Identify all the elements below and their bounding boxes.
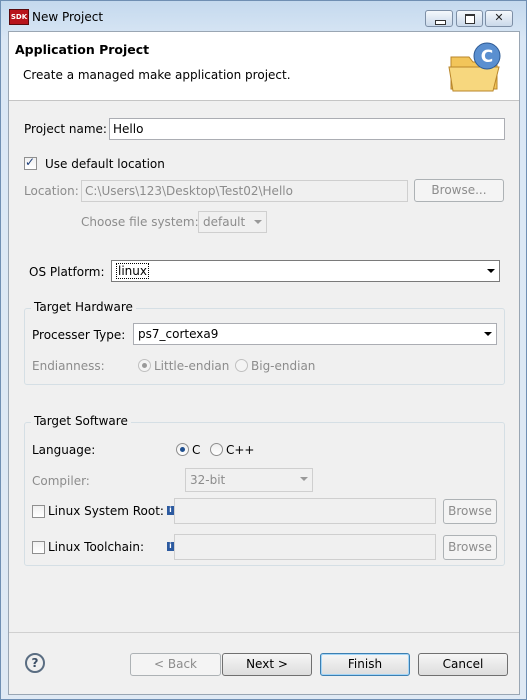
new-c-project-icon: C	[448, 42, 501, 92]
close-button[interactable]	[485, 10, 513, 27]
compiler-value: 32-bit	[190, 473, 226, 487]
next-button[interactable]: Next >	[222, 653, 312, 676]
linux-toolchain-label: Linux Toolchain:	[48, 540, 144, 554]
project-name-label: Project name:	[24, 122, 107, 136]
use-default-location-label: Use default location	[45, 157, 165, 171]
project-name-input[interactable]: Hello	[109, 118, 505, 140]
svg-text:C: C	[481, 47, 493, 67]
os-platform-select[interactable]: linux	[111, 260, 500, 282]
location-browse-button[interactable]: Browse...	[414, 179, 504, 202]
wizard-header: Application Project Create a managed mak…	[9, 32, 519, 101]
language-label: Language:	[32, 443, 96, 457]
chevron-down-icon	[296, 469, 312, 489]
finish-button[interactable]: Finish	[320, 653, 410, 676]
little-endian-radio[interactable]	[138, 359, 151, 372]
close-icon	[486, 11, 512, 26]
window-title: New Project	[32, 10, 104, 24]
language-c-label: C	[192, 443, 201, 457]
language-c-radio[interactable]	[176, 443, 189, 456]
processor-type-select[interactable]: ps7_cortexa9	[133, 323, 497, 345]
page-description: Create a managed make application projec…	[23, 68, 291, 82]
os-platform-value: linux	[116, 263, 149, 279]
chevron-down-icon	[250, 212, 266, 232]
file-system-value: default	[203, 215, 246, 229]
minimize-button[interactable]	[425, 10, 453, 27]
sdk-app-icon: SDK	[9, 9, 29, 25]
maximize-button[interactable]	[456, 10, 483, 27]
linux-system-root-input[interactable]	[174, 498, 436, 524]
big-endian-radio[interactable]	[235, 359, 248, 372]
linux-toolchain-input[interactable]	[174, 534, 436, 560]
cancel-button[interactable]: Cancel	[418, 653, 508, 676]
toolchain-browse-button[interactable]: Browse	[443, 535, 497, 560]
compiler-select[interactable]: 32-bit	[185, 468, 313, 492]
target-hardware-title: Target Hardware	[31, 300, 136, 314]
dialog-client: Application Project Create a managed mak…	[8, 31, 520, 695]
target-software-title: Target Software	[31, 414, 131, 428]
maximize-icon	[457, 11, 482, 26]
chevron-down-icon	[483, 261, 499, 281]
language-cpp-label: C++	[226, 443, 255, 457]
file-system-select[interactable]: default	[198, 211, 267, 233]
new-project-window: SDK New Project Application Project Crea…	[0, 0, 527, 700]
linux-system-root-checkbox[interactable]	[32, 505, 45, 518]
linux-system-root-label: Linux System Root:	[48, 504, 164, 518]
chevron-down-icon	[480, 324, 496, 344]
compiler-label: Compiler:	[32, 474, 90, 488]
back-button[interactable]: < Back	[130, 653, 221, 676]
target-hardware-group: Target Hardware	[24, 300, 505, 385]
file-system-label: Choose file system:	[81, 215, 199, 229]
language-cpp-radio[interactable]	[210, 443, 223, 456]
system-root-browse-button[interactable]: Browse	[443, 499, 497, 524]
title-bar[interactable]: SDK New Project	[1, 1, 526, 31]
use-default-location-checkbox[interactable]	[24, 155, 37, 170]
page-title: Application Project	[15, 42, 150, 57]
info-icon: i	[167, 506, 174, 515]
help-icon[interactable]: ?	[25, 653, 45, 673]
endianness-label: Endianness:	[32, 359, 105, 373]
big-endian-label: Big-endian	[251, 359, 316, 373]
processor-type-label: Processer Type:	[32, 328, 126, 342]
processor-type-value: ps7_cortexa9	[138, 327, 219, 341]
linux-toolchain-checkbox[interactable]	[32, 541, 45, 554]
location-label: Location:	[24, 184, 79, 198]
os-platform-label: OS Platform:	[29, 265, 105, 279]
location-input[interactable]: C:\Users\123\Desktop\Test02\Hello	[81, 180, 408, 202]
minimize-icon	[426, 11, 452, 26]
little-endian-label: Little-endian	[154, 359, 230, 373]
button-bar-separator	[9, 632, 519, 633]
info-icon: i	[167, 542, 174, 551]
